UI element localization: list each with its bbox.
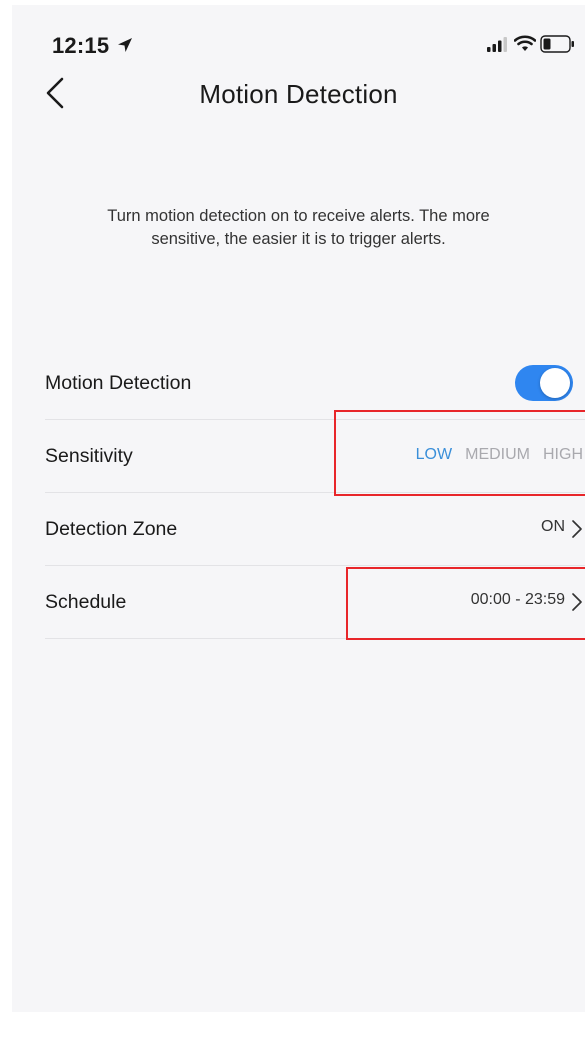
wifi-icon	[514, 35, 536, 51]
schedule-value: 00:00 - 23:59	[470, 591, 565, 608]
schedule-label: Schedule	[45, 590, 127, 613]
chevron-right-icon	[572, 593, 582, 611]
page-title: Motion Detection	[199, 79, 398, 109]
status-bar: 12:15	[12, 5, 585, 58]
motion-detection-toggle[interactable]	[515, 365, 573, 401]
sensitivity-option-high[interactable]: HIGH	[543, 446, 583, 464]
detection-zone-row[interactable]: Detection Zone ON	[45, 493, 585, 566]
motion-detection-label: Motion Detection	[45, 371, 192, 394]
status-time: 12:15	[52, 33, 110, 58]
sensitivity-options: LOW MEDIUM HIGH	[416, 446, 583, 464]
screen: 12:15 Motion Detection Turn motion detec…	[12, 5, 585, 1012]
toggle-knob	[540, 368, 570, 398]
nav-bar: Motion Detection	[12, 65, 585, 121]
detection-zone-label: Detection Zone	[45, 517, 178, 540]
sensitivity-row: Sensitivity LOW MEDIUM HIGH	[45, 420, 585, 493]
signal-icon	[487, 37, 507, 52]
detection-zone-value: ON	[541, 518, 565, 535]
sensitivity-label: Sensitivity	[45, 444, 133, 467]
location-arrow-icon	[118, 38, 132, 52]
description-text: Turn motion detection on to receive aler…	[107, 207, 490, 248]
sensitivity-option-medium[interactable]: MEDIUM	[465, 446, 530, 464]
chevron-right-icon	[572, 520, 582, 538]
schedule-row[interactable]: Schedule 00:00 - 23:59	[45, 566, 585, 639]
battery-icon	[540, 35, 574, 53]
sensitivity-option-low[interactable]: LOW	[416, 446, 452, 464]
motion-detection-row: Motion Detection	[45, 347, 585, 420]
settings-list: Motion Detection Sensitivity LOW MEDIUM …	[45, 347, 585, 639]
